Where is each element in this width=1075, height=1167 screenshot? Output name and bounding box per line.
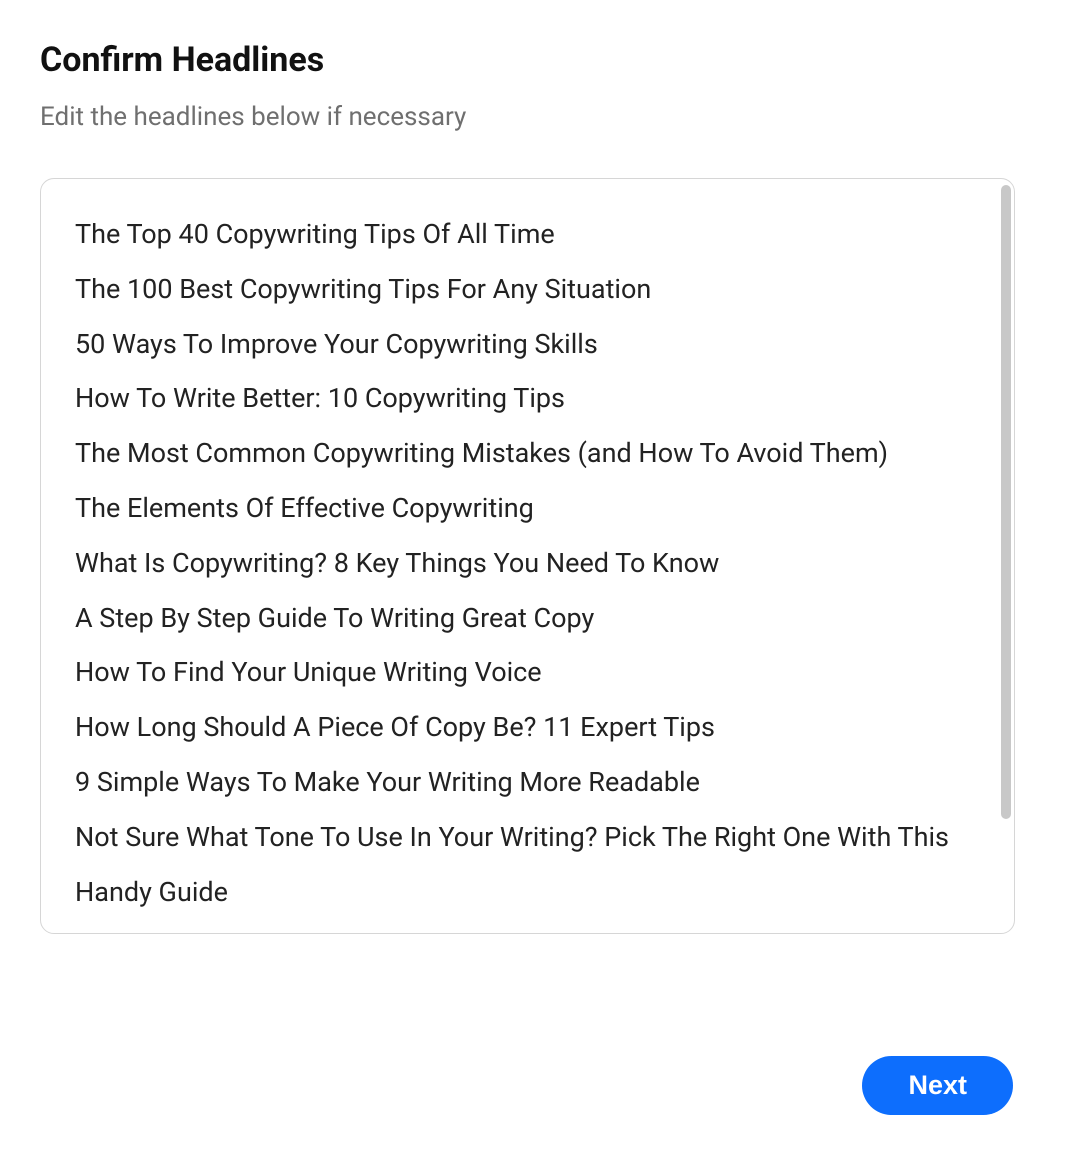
headline-item[interactable]: What Is Copywriting? 8 Key Things You Ne… [75, 536, 980, 591]
headline-item[interactable]: How To Find Your Unique Writing Voice [75, 645, 980, 700]
scrollbar-track[interactable] [1001, 185, 1011, 927]
page-subtitle: Edit the headlines below if necessary [40, 102, 1035, 132]
headlines-list: The Top 40 Copywriting Tips Of All Time … [41, 179, 1014, 933]
headline-item[interactable]: 9 Simple Ways To Make Your Writing More … [75, 755, 980, 810]
headline-item[interactable]: The Elements Of Effective Copywriting [75, 481, 980, 536]
headline-item[interactable]: How To Write Better: 10 Copywriting Tips [75, 371, 980, 426]
headline-item[interactable]: The Top 40 Copywriting Tips Of All Time [75, 207, 980, 262]
scrollbar-thumb[interactable] [1001, 185, 1011, 819]
headline-item[interactable]: Not Sure What Tone To Use In Your Writin… [75, 810, 980, 920]
headline-item[interactable]: How Long Should A Piece Of Copy Be? 11 E… [75, 700, 980, 755]
headline-item[interactable]: A Step By Step Guide To Writing Great Co… [75, 591, 980, 646]
headline-item[interactable]: The Most Common Copywriting Mistakes (an… [75, 426, 980, 481]
headlines-editor[interactable]: The Top 40 Copywriting Tips Of All Time … [40, 178, 1015, 934]
headline-item[interactable]: The 100 Best Copywriting Tips For Any Si… [75, 262, 980, 317]
headline-item[interactable]: 50 Ways To Improve Your Copywriting Skil… [75, 317, 980, 372]
page-title: Confirm Headlines [40, 40, 1035, 80]
next-button[interactable]: Next [862, 1056, 1013, 1115]
